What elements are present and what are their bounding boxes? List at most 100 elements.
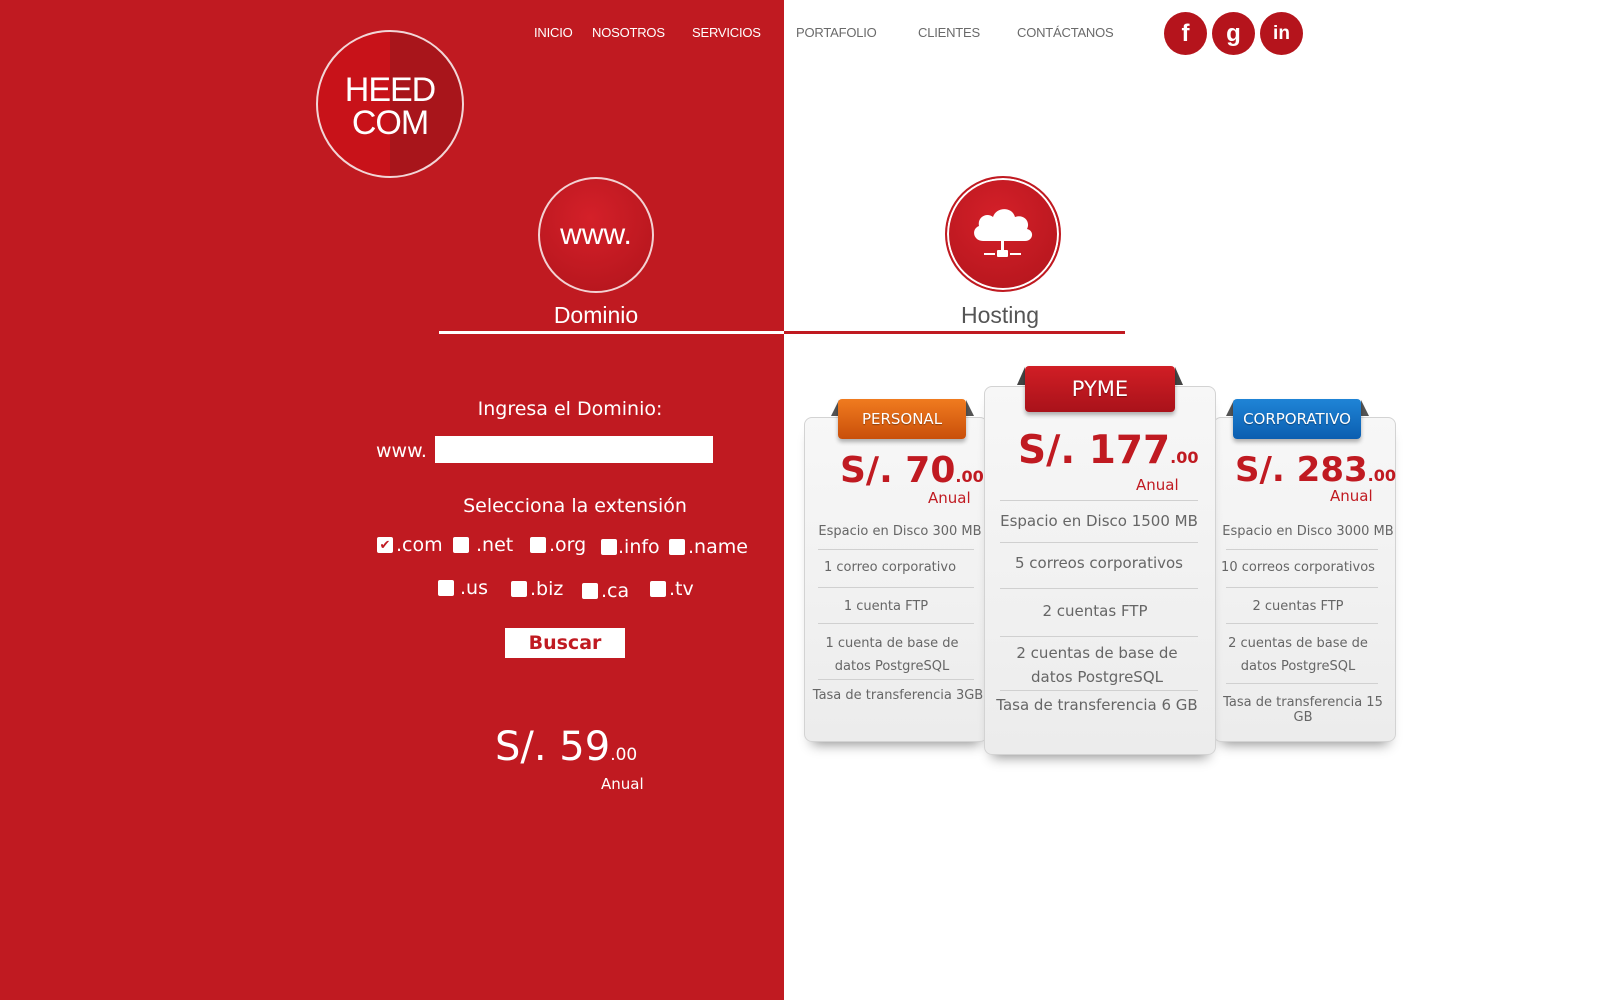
divider bbox=[818, 549, 974, 550]
logo-line-1: HEED bbox=[344, 71, 436, 109]
plan-feature: 1 cuenta de base de datos PostgreSQL bbox=[825, 636, 959, 674]
plan-feature: 10 correos corporativos bbox=[1221, 560, 1375, 575]
plan-feature: 1 correo corporativo bbox=[823, 560, 957, 575]
plan-price-cents: .00 bbox=[1367, 466, 1396, 485]
search-button[interactable]: Buscar bbox=[505, 628, 625, 658]
extension-label: .tv bbox=[669, 578, 694, 600]
extension-label: .biz bbox=[530, 578, 564, 600]
cloud-server-icon bbox=[974, 209, 1033, 257]
checkbox[interactable] bbox=[530, 537, 546, 553]
extension-option-com[interactable]: ✔ .com bbox=[377, 534, 443, 556]
check-icon[interactable]: ✔ bbox=[377, 537, 393, 553]
plan-ribbon-corporativo: CORPORATIVO bbox=[1233, 399, 1361, 439]
plan-price-pyme: S/. 177.00 bbox=[1018, 428, 1198, 473]
divider bbox=[1226, 683, 1378, 684]
linkedin-icon[interactable]: in bbox=[1260, 12, 1303, 55]
hosting-tab-icon[interactable] bbox=[945, 176, 1061, 292]
extension-label: .net bbox=[476, 534, 514, 556]
divider bbox=[818, 587, 974, 588]
divider bbox=[1226, 587, 1378, 588]
divider bbox=[1000, 542, 1198, 543]
plan-feature: 2 cuentas de base de datos PostgreSQL bbox=[1228, 636, 1368, 674]
plan-price-corporativo: S/. 283.00 bbox=[1235, 450, 1396, 490]
extension-option-org[interactable]: .org bbox=[530, 534, 586, 556]
domain-form-title: Ingresa el Dominio: bbox=[477, 398, 663, 420]
plan-feature: 1 cuenta FTP bbox=[843, 599, 929, 614]
domain-tab-icon[interactable]: www. bbox=[538, 177, 654, 293]
extension-label: .info bbox=[618, 536, 660, 558]
plan-ribbon-personal: PERSONAL bbox=[838, 399, 966, 439]
heedcom-logo[interactable]: HEED COM bbox=[316, 30, 464, 178]
plan-feature: Espacio en Disco 3000 MB bbox=[1222, 524, 1394, 539]
plan-period-corporativo: Anual bbox=[1330, 487, 1373, 505]
tab-hosting[interactable]: Hosting bbox=[948, 302, 1052, 329]
plan-feature: 2 cuentas FTP bbox=[1252, 599, 1344, 614]
extension-option-ca[interactable]: .ca bbox=[582, 580, 629, 602]
ribbon-fold-right bbox=[1175, 367, 1183, 385]
plan-price-main: S/. 177 bbox=[1018, 428, 1171, 473]
tab-underline-domain bbox=[439, 331, 784, 334]
plan-period-pyme: Anual bbox=[1136, 476, 1179, 494]
plan-feature: 5 correos corporativos bbox=[1014, 554, 1184, 572]
www-prefix-label: www. bbox=[376, 440, 427, 462]
extension-option-name[interactable]: .name bbox=[669, 536, 748, 558]
facebook-icon[interactable]: f bbox=[1164, 12, 1207, 55]
extension-title: Selecciona la extensión bbox=[463, 495, 687, 517]
checkbox[interactable] bbox=[601, 539, 617, 555]
plan-feature: 2 cuentas de base de datos PostgreSQL bbox=[1016, 644, 1178, 686]
checkbox[interactable] bbox=[511, 581, 527, 597]
plan-feature: 2 cuentas FTP bbox=[1042, 602, 1148, 620]
checkbox[interactable] bbox=[669, 539, 685, 555]
plan-ribbon-pyme: PYME bbox=[1025, 366, 1175, 412]
extension-label: .com bbox=[396, 534, 443, 556]
extension-label: .ca bbox=[601, 580, 630, 602]
extension-label: .us bbox=[460, 577, 488, 599]
plan-price-main: S/. 283 bbox=[1235, 450, 1368, 490]
nav-servicios[interactable]: SERVICIOS bbox=[692, 25, 761, 40]
extension-option-us[interactable]: .us bbox=[438, 577, 488, 599]
checkbox[interactable] bbox=[438, 580, 454, 596]
nav-contactanos[interactable]: CONTÁCTANOS bbox=[1017, 25, 1114, 40]
nav-nosotros[interactable]: NOSOTROS bbox=[592, 25, 665, 40]
nav-portafolio[interactable]: PORTAFOLIO bbox=[796, 25, 877, 40]
ribbon-fold-right bbox=[1361, 400, 1369, 416]
nav-inicio[interactable]: INICIO bbox=[534, 25, 573, 40]
plan-feature: Tasa de transferencia 15 GB bbox=[1223, 695, 1383, 725]
logo-line-2: COM bbox=[351, 104, 429, 142]
extension-option-info[interactable]: .info bbox=[601, 536, 660, 558]
divider bbox=[1000, 690, 1198, 691]
extension-option-tv[interactable]: .tv bbox=[650, 578, 694, 600]
tab-underline-hosting bbox=[784, 331, 1125, 334]
plan-price-cents: .00 bbox=[1170, 448, 1199, 467]
www-icon: www. bbox=[560, 218, 632, 251]
plan-feature: Tasa de transferencia 3GB bbox=[812, 688, 984, 703]
divider bbox=[818, 679, 974, 680]
plan-price-main: S/. 70 bbox=[840, 450, 956, 491]
extension-option-net[interactable]: .net bbox=[453, 534, 513, 556]
plan-feature: Espacio en Disco 1500 MB bbox=[1000, 512, 1198, 530]
domain-price-cents: .00 bbox=[610, 745, 638, 765]
checkbox[interactable] bbox=[582, 583, 598, 599]
extension-label: .name bbox=[688, 536, 748, 558]
plan-price-cents: .00 bbox=[955, 467, 984, 486]
ribbon-fold-right bbox=[966, 400, 974, 416]
nav-clientes[interactable]: CLIENTES bbox=[918, 25, 980, 40]
domain-input[interactable] bbox=[435, 436, 713, 463]
domain-price-period: Anual bbox=[601, 775, 644, 793]
checkbox[interactable] bbox=[650, 581, 666, 597]
divider bbox=[1226, 549, 1378, 550]
google-plus-icon[interactable]: g bbox=[1212, 12, 1255, 55]
extension-option-biz[interactable]: .biz bbox=[511, 578, 563, 600]
divider bbox=[1000, 636, 1198, 637]
domain-price: S/. 59.00 bbox=[495, 724, 637, 770]
checkbox[interactable] bbox=[453, 537, 469, 553]
extension-label: .org bbox=[549, 534, 587, 556]
tab-dominio[interactable]: Dominio bbox=[540, 302, 652, 329]
plan-period-personal: Anual bbox=[928, 489, 971, 507]
divider bbox=[818, 623, 974, 624]
ribbon-fold-left bbox=[1017, 367, 1025, 385]
domain-price-main: S/. 59 bbox=[495, 724, 611, 770]
plan-feature: Espacio en Disco 300 MB bbox=[818, 524, 982, 539]
divider bbox=[1000, 500, 1198, 501]
divider bbox=[1226, 623, 1378, 624]
